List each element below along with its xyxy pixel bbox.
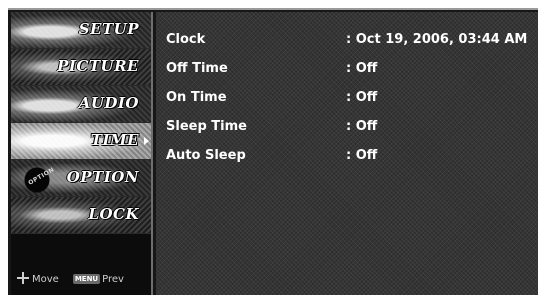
menu-footer-hints: Move MENU Prev <box>17 272 149 286</box>
time-settings-panel: Clock : Oct 19, 2006, 03:44 AM Off Time … <box>156 12 538 295</box>
setting-label: Off Time <box>166 61 228 76</box>
menu-item-option[interactable]: OPTION OPTION <box>11 160 151 197</box>
main-menu-list: SETUP PICTURE AUDIO TIME OPTION OPTION L… <box>11 12 151 234</box>
menu-item-audio[interactable]: AUDIO <box>11 86 151 123</box>
setting-value: : Off <box>346 90 378 105</box>
setting-label: Auto Sleep <box>166 148 246 163</box>
move-arrows-icon <box>17 272 29 284</box>
menu-item-label: PICTURE <box>57 57 139 75</box>
setting-row-sleep-time[interactable]: Sleep Time : Off <box>166 119 528 148</box>
setting-row-clock[interactable]: Clock : Oct 19, 2006, 03:44 AM <box>166 32 528 61</box>
time-settings-list: Clock : Oct 19, 2006, 03:44 AM Off Time … <box>166 32 528 177</box>
menu-item-label: OPTION <box>66 168 139 186</box>
setting-value: : Off <box>346 148 378 163</box>
menu-item-label: TIME <box>90 131 139 149</box>
setting-label: Clock <box>166 32 206 47</box>
setting-value: : Oct 19, 2006, 03:44 AM <box>346 32 528 47</box>
prev-hint-label: Prev <box>102 274 124 285</box>
setting-value: : Off <box>346 61 378 76</box>
selected-arrow-icon <box>144 137 149 145</box>
setting-row-auto-sleep[interactable]: Auto Sleep : Off <box>166 148 528 177</box>
top-border <box>8 8 538 10</box>
menu-key-icon: MENU <box>72 274 101 284</box>
menu-item-setup[interactable]: SETUP <box>11 12 151 49</box>
menu-item-lock[interactable]: LOCK <box>11 197 151 234</box>
menu-item-label: SETUP <box>78 20 139 38</box>
menu-item-label: LOCK <box>88 205 139 223</box>
setting-label: On Time <box>166 90 227 105</box>
move-hint-label: Move <box>32 274 59 285</box>
main-menu-sidebar: SETUP PICTURE AUDIO TIME OPTION OPTION L… <box>11 12 153 295</box>
menu-item-time[interactable]: TIME <box>11 123 151 160</box>
menu-item-label: AUDIO <box>78 94 139 112</box>
setting-row-off-time[interactable]: Off Time : Off <box>166 61 528 90</box>
setting-row-on-time[interactable]: On Time : Off <box>166 90 528 119</box>
setting-label: Sleep Time <box>166 119 247 134</box>
tv-osd-menu: SETUP PICTURE AUDIO TIME OPTION OPTION L… <box>8 8 538 295</box>
menu-item-picture[interactable]: PICTURE <box>11 49 151 86</box>
setting-value: : Off <box>346 119 378 134</box>
